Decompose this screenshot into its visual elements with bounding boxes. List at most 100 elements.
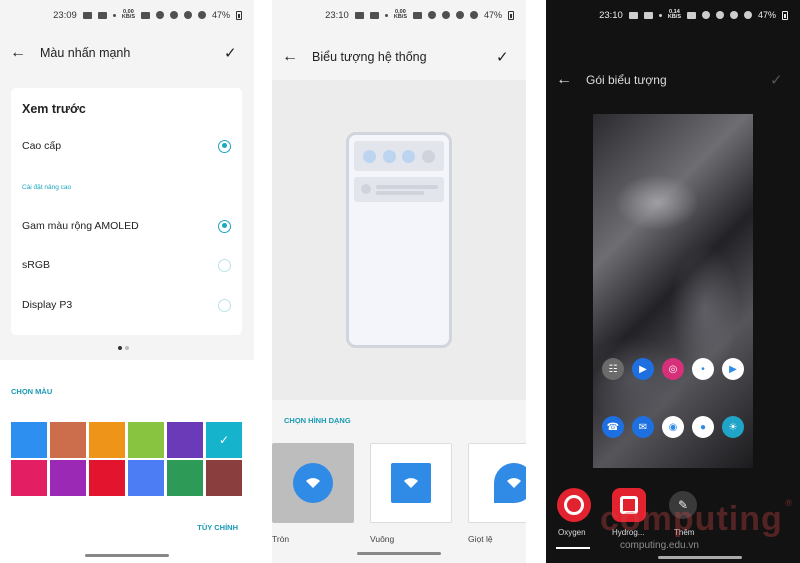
gesture-bar[interactable] [85, 554, 169, 557]
page-dot [125, 346, 129, 350]
icon-pack-more[interactable]: ✎ [669, 491, 697, 519]
color-swatch[interactable] [206, 460, 242, 496]
page-title: Biểu tượng hệ thống [312, 50, 427, 64]
shape-option-circle[interactable] [272, 443, 354, 523]
notification-line [376, 191, 424, 195]
color-swatch[interactable] [167, 422, 203, 458]
status-bar: 23:10 0,14 KB/S 47% [546, 0, 800, 30]
choose-shape-label: CHỌN HÌNH DẠNG [284, 416, 351, 425]
option-amoled-wide-gamut[interactable]: Gam màu rộng AMOLED [22, 216, 231, 236]
top-app-bar: ← Màu nhấn mạnh ✓ [0, 36, 254, 70]
square-icon [620, 496, 638, 514]
option-display-p3[interactable]: Display P3 [22, 295, 231, 315]
network-speed: 0,14 KB/S [667, 8, 681, 20]
confirm-check-icon[interactable]: ✓ [224, 44, 246, 62]
advanced-settings-label: Cài đặt nâng cao [22, 184, 72, 191]
phone-icon: ☎ [602, 416, 624, 438]
color-swatch[interactable] [11, 422, 47, 458]
pack-label-hydrogen: Hydrog... [612, 528, 645, 537]
page-dot-active [118, 346, 122, 350]
shape-label-teardrop: Giọt lệ [468, 534, 493, 544]
color-swatch[interactable] [128, 460, 164, 496]
quick-tile-icon [402, 149, 416, 163]
mute-icon [427, 11, 436, 19]
option-srgb[interactable]: sRGB [22, 255, 231, 275]
shape-option-teardrop[interactable] [468, 443, 526, 523]
gesture-bar[interactable] [357, 552, 441, 555]
play-store-icon: ▶ [722, 358, 744, 380]
weather-icon: ☀ [722, 416, 744, 438]
chrome-icon: ◉ [662, 416, 684, 438]
ring-icon [564, 495, 584, 515]
battery-percent: 47% [211, 10, 230, 20]
icon-pack-oxygen[interactable] [557, 488, 591, 522]
color-swatch[interactable] [89, 460, 125, 496]
accent-color-screen: 23:09 0,00 KB/S 47% ← Màu nhấn mạnh ✓ Xe… [0, 0, 254, 563]
video-call-icon: ▶ [632, 358, 654, 380]
wifi-icon [455, 11, 464, 19]
messenger-icon [369, 11, 379, 19]
notification-row [354, 177, 444, 202]
back-arrow-icon[interactable]: ← [10, 45, 30, 61]
radio-selected-icon[interactable] [218, 219, 231, 233]
radio-selected-icon[interactable] [218, 139, 231, 153]
selected-pack-indicator [556, 547, 590, 549]
page-title: Màu nhấn mạnh [40, 46, 131, 60]
status-time: 23:10 [599, 9, 623, 21]
nfc-icon [140, 11, 150, 19]
color-swatch[interactable] [50, 460, 86, 496]
battery-percent: 47% [757, 10, 776, 20]
color-swatch[interactable] [167, 460, 203, 496]
wifi-icon [293, 463, 333, 503]
wallpaper-preview [593, 114, 753, 468]
radio-unselected-icon[interactable] [218, 298, 231, 312]
alarm-icon [169, 11, 178, 19]
confirm-check-icon[interactable]: ✓ [496, 48, 518, 66]
clipboard-icon: ✎ [677, 498, 689, 512]
status-bar: 23:10 0,00 KB/S 47% [272, 0, 526, 30]
color-swatch-grid: ✓ [11, 422, 243, 496]
signal-icon [743, 11, 752, 19]
status-time: 23:10 [325, 9, 349, 21]
color-swatch[interactable] [89, 422, 125, 458]
pack-label-more: Thêm [674, 528, 695, 537]
wifi-icon [494, 463, 526, 503]
choose-color-label: CHỌN MÀU [11, 387, 53, 396]
icon-pack-hydrogen[interactable] [612, 488, 646, 522]
icon-preview-area [272, 80, 526, 400]
color-swatch[interactable] [128, 422, 164, 458]
notification-icon [361, 184, 371, 194]
nfc-icon [686, 11, 696, 19]
radio-unselected-icon[interactable] [218, 258, 231, 272]
confirm-check-icon[interactable]: ✓ [770, 71, 792, 89]
battery-icon [236, 10, 242, 20]
shape-option-square[interactable] [370, 443, 452, 523]
option-label: Display P3 [22, 299, 73, 311]
instagram-icon: ◎ [662, 358, 684, 380]
quick-tile-icon [363, 149, 377, 163]
icon-pack-screen: 23:10 0,14 KB/S 47% ← Gói biểu tượng ✓ ☷… [546, 0, 800, 563]
option-premium[interactable]: Cao cấp [22, 136, 231, 156]
notification-line [376, 185, 438, 189]
gesture-bar[interactable] [658, 556, 742, 559]
color-swatch[interactable] [11, 460, 47, 496]
color-swatch[interactable]: ✓ [206, 422, 242, 458]
facebook-icon [628, 11, 638, 19]
option-label: Gam màu rộng AMOLED [22, 220, 139, 232]
messenger-icon [643, 11, 653, 19]
back-arrow-icon[interactable]: ← [556, 72, 576, 88]
shape-label-circle: Tròn [272, 534, 290, 544]
app-icon-row: ☷ ▶ ◎ • ▶ [602, 358, 744, 380]
battery-icon [782, 10, 788, 20]
signal-icon [469, 11, 478, 19]
mute-icon [155, 11, 164, 19]
customize-button[interactable]: TÙY CHỈNH [197, 523, 238, 532]
color-swatch[interactable] [50, 422, 86, 458]
dot-icon [384, 13, 388, 17]
wifi-icon [729, 11, 738, 19]
app-icon-row: ☎ ✉ ◉ ● ☀ [602, 416, 744, 438]
option-label: sRGB [22, 259, 51, 271]
back-arrow-icon[interactable]: ← [282, 49, 302, 65]
wifi-icon [391, 463, 431, 503]
apps-grid-icon: ☷ [602, 358, 624, 380]
